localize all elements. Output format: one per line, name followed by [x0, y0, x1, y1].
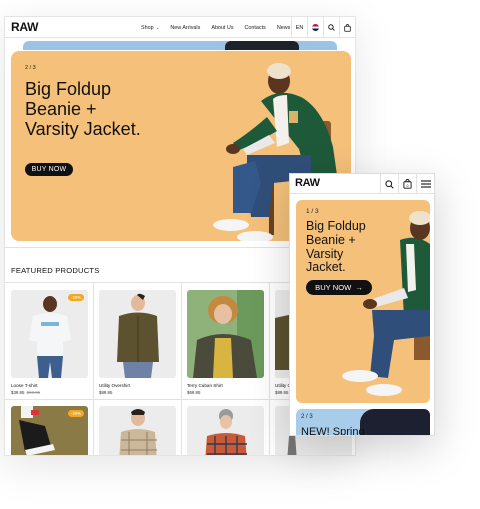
next-slide-image — [360, 409, 430, 435]
featured-products-heading: FEATURED PRODUCTS — [11, 266, 100, 275]
discount-badge: -20% — [68, 294, 84, 301]
product-price: $39.95 $59.95 — [11, 390, 90, 395]
discount-badge: -20% — [68, 410, 84, 417]
nav-new-arrivals[interactable]: New Arrivals — [170, 25, 200, 31]
product-name[interactable]: Terry Cuban Shirt — [187, 383, 266, 388]
next-slide-title: NEW! Spring — [301, 426, 365, 436]
product-image[interactable] — [99, 290, 176, 378]
logo[interactable]: RAW — [295, 177, 320, 189]
product-name[interactable]: Utility Overshirt — [99, 383, 178, 388]
search-icon — [328, 24, 335, 31]
product-image[interactable] — [99, 406, 176, 455]
product-card[interactable]: Utility Overshirt $89.95 — [99, 290, 178, 395]
hero-title-line: Varsity Jacket. — [25, 119, 141, 140]
mobile-mockup: RAW 0 1 / 3 Big Foldup Beanie + Varsity … — [289, 173, 435, 436]
product-card[interactable] — [99, 406, 178, 455]
next-slide-peek: 2 / 3 NEW! Spring — [296, 409, 430, 436]
header-actions: EN — [291, 17, 355, 38]
hero-title-line: Big Foldup — [25, 79, 112, 99]
menu-icon — [420, 180, 431, 188]
product-card[interactable]: Terry Cuban Shirt $69.95 — [187, 290, 266, 395]
search-icon — [385, 179, 394, 189]
product-name[interactable]: Loose T-shirt — [11, 383, 90, 388]
model-check-shirt-image — [99, 406, 176, 455]
price-original: $59.95 — [26, 390, 41, 395]
buy-now-button[interactable]: BUY NOW → — [306, 280, 372, 295]
divider — [269, 283, 270, 455]
hero-title: Big Foldup Beanie + Varsity Jacket. — [25, 79, 141, 139]
product-card[interactable]: -20% — [11, 406, 90, 455]
product-image[interactable]: -20% — [11, 406, 88, 455]
product-image[interactable] — [187, 290, 264, 378]
product-card[interactable]: -20% Loose T-shirt $39.95 $59.95 — [11, 290, 90, 395]
slide-counter: 2 / 3 — [25, 65, 36, 71]
slide-counter: 2 / 3 — [301, 414, 313, 420]
flag-icon — [312, 24, 319, 31]
slide-counter: 1 / 3 — [306, 208, 319, 215]
previous-slide-peek — [23, 41, 337, 50]
bag-icon: 0 — [403, 179, 412, 189]
hero-title-line: Beanie + — [25, 99, 97, 120]
chevron-down-icon: ⌄ — [155, 24, 160, 30]
cart-button[interactable]: 0 — [398, 174, 416, 194]
price-current: $39.95 — [11, 390, 25, 395]
bag-icon — [344, 23, 351, 32]
search-button[interactable] — [380, 174, 398, 194]
model-overshirt-image — [99, 290, 176, 378]
buy-now-button[interactable]: BUY NOW — [25, 163, 73, 176]
nav-news[interactable]: News — [277, 25, 290, 31]
arrow-right-icon: → — [355, 283, 363, 292]
buy-now-label: BUY NOW — [315, 283, 352, 292]
nav-about-us[interactable]: About Us — [211, 25, 233, 31]
hero-title: Big Foldup Beanie + Varsity Jacket. — [306, 219, 366, 275]
product-price: $89.95 — [99, 390, 113, 395]
product-image[interactable] — [187, 406, 264, 455]
hero-title-line: Varsity — [306, 246, 344, 261]
product-card[interactable] — [187, 406, 266, 455]
model-tshirt-image — [11, 290, 88, 378]
hero-title-line: Big Foldup — [306, 219, 366, 233]
hero-title-line: Jacket. — [306, 260, 346, 275]
desktop-header: RAW Shop ⌄ New Arrivals About Us Contacts… — [5, 17, 355, 38]
nav-shop-label: Shop — [141, 24, 154, 31]
model-cuban-shirt-image — [187, 290, 264, 378]
mobile-header: RAW 0 — [290, 174, 434, 194]
product-image[interactable]: -20% — [11, 290, 88, 378]
region-selector[interactable] — [307, 17, 323, 38]
header-actions: 0 — [380, 174, 434, 194]
main-nav: Shop ⌄ New Arrivals About Us Contacts New… — [141, 17, 290, 38]
nav-shop[interactable]: Shop ⌄ — [141, 25, 159, 31]
divider — [181, 283, 182, 455]
hero-title-line: Beanie + — [306, 232, 356, 247]
language-selector[interactable]: EN — [291, 17, 307, 38]
svg-text:0: 0 — [407, 184, 409, 188]
search-button[interactable] — [323, 17, 339, 38]
product-price: $69.95 — [187, 390, 201, 395]
nav-contacts[interactable]: Contacts — [245, 25, 266, 31]
menu-button[interactable] — [416, 174, 434, 194]
model-flannel-image — [187, 406, 264, 455]
hero-slide: 1 / 3 Big Foldup Beanie + Varsity Jacket… — [296, 200, 430, 403]
logo[interactable]: RAW — [11, 20, 38, 34]
cart-button[interactable] — [339, 17, 355, 38]
divider — [93, 283, 94, 455]
